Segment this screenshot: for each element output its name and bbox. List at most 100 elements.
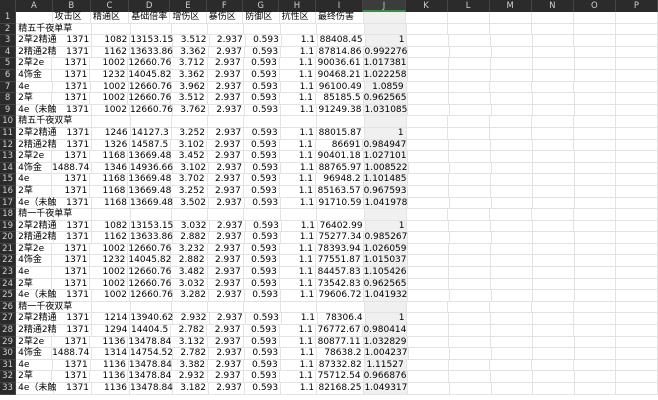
cell-g19[interactable]: 0.593	[245, 220, 282, 233]
cell-b29[interactable]: 1371	[52, 336, 91, 349]
cell-o25[interactable]	[574, 290, 617, 302]
cell-a11[interactable]: 2草2精通	[16, 127, 57, 140]
cell-o16[interactable]	[574, 185, 617, 198]
cell-k10[interactable]	[406, 116, 449, 128]
cell-f28[interactable]: 2.937	[207, 325, 244, 337]
cell-p13[interactable]	[616, 151, 658, 163]
cell-n24[interactable]	[532, 278, 575, 291]
column-header-m[interactable]: M	[490, 0, 532, 12]
row-header[interactable]: 21	[0, 243, 17, 256]
cell-j26[interactable]	[364, 301, 407, 314]
cell-l32[interactable]	[449, 371, 492, 383]
cell-h2[interactable]	[280, 23, 317, 36]
cell-b32[interactable]: 1371	[52, 371, 91, 383]
cell-h29[interactable]: 1.1	[279, 336, 317, 349]
cell-a29[interactable]: 2草2e	[16, 336, 53, 349]
column-header-i[interactable]: I	[316, 0, 364, 12]
cell-k12[interactable]	[407, 139, 450, 152]
cell-a6[interactable]: 4饰金	[16, 69, 53, 82]
column-header-f[interactable]: F	[207, 0, 243, 12]
cell-l9[interactable]	[450, 104, 492, 117]
cell-b22[interactable]: 1371	[52, 255, 91, 268]
cell-f3[interactable]: 2.937	[209, 35, 246, 47]
cell-e14[interactable]: 3.102	[173, 162, 210, 175]
cell-k29[interactable]	[407, 336, 450, 349]
cell-j17[interactable]: 1.041978	[364, 197, 409, 210]
cell-g25[interactable]: 0.593	[245, 290, 282, 302]
cell-f9[interactable]: 2.937	[208, 104, 246, 117]
column-header-n[interactable]: N	[532, 0, 574, 12]
cell-g32[interactable]: 0.593	[243, 371, 280, 383]
cell-d11[interactable]: 14127.3	[130, 127, 172, 140]
cell-d25[interactable]: 12660.76	[129, 290, 173, 302]
cell-k3[interactable]	[407, 35, 450, 47]
cell-p23[interactable]	[616, 267, 658, 279]
cell-p6[interactable]	[616, 69, 658, 82]
cell-n31[interactable]	[532, 359, 575, 372]
cell-j16[interactable]: 0.967593	[363, 185, 408, 198]
cell-m19[interactable]	[490, 220, 533, 233]
cell-j23[interactable]: 1.105426	[363, 267, 408, 279]
cell-c32[interactable]: 1136	[90, 371, 129, 383]
row-header[interactable]: 28	[0, 325, 17, 337]
cell-k21[interactable]	[407, 243, 450, 256]
cell-j29[interactable]: 1.032829	[363, 336, 408, 349]
cell-i32[interactable]: 75712.54	[316, 371, 364, 383]
cell-h25[interactable]: 1.1	[281, 290, 318, 302]
cell-k8[interactable]	[407, 93, 450, 105]
row-header[interactable]: 10	[0, 116, 17, 128]
cell-l30[interactable]	[450, 348, 492, 360]
cell-i28[interactable]: 76772.67	[315, 325, 364, 337]
cell-e8[interactable]: 3.512	[171, 93, 208, 105]
cell-b21[interactable]: 1371	[52, 243, 91, 256]
cell-m31[interactable]	[490, 359, 533, 372]
cell-i29[interactable]: 80877.11	[316, 336, 364, 349]
cell-c11[interactable]: 1246	[92, 127, 131, 140]
cell-k22[interactable]	[407, 255, 450, 268]
cell-c4[interactable]: 1162	[92, 46, 130, 59]
cell-m6[interactable]	[491, 69, 533, 82]
cell-e24[interactable]: 3.032	[171, 278, 208, 291]
cell-i5[interactable]: 90036.61	[316, 58, 364, 70]
cell-g3[interactable]: 0.593	[245, 35, 282, 47]
cell-e5[interactable]: 3.712	[171, 58, 208, 70]
cell-h1[interactable]: 抗性区	[279, 12, 316, 24]
row-header[interactable]: 4	[0, 46, 17, 59]
cell-k25[interactable]	[408, 290, 451, 302]
cell-a31[interactable]: 4e	[16, 359, 53, 372]
cell-o7[interactable]	[574, 81, 617, 94]
cell-f15[interactable]: 2.937	[207, 174, 244, 186]
cell-p30[interactable]	[616, 348, 658, 360]
cell-f4[interactable]: 2.937	[208, 46, 246, 59]
cell-a3[interactable]: 2草2精通	[16, 35, 57, 47]
cell-k27[interactable]	[407, 313, 450, 326]
cell-g13[interactable]: 0.593	[243, 151, 280, 163]
cell-l26[interactable]	[448, 301, 491, 314]
cell-l27[interactable]	[449, 313, 491, 326]
cell-m16[interactable]	[491, 185, 533, 198]
row-header[interactable]: 8	[0, 93, 17, 105]
cell-e13[interactable]: 3.452	[171, 151, 208, 163]
cell-k24[interactable]	[407, 278, 450, 291]
cell-f20[interactable]: 2.937	[208, 232, 246, 244]
cell-m28[interactable]	[490, 325, 533, 337]
cell-e32[interactable]: 2.932	[171, 371, 208, 383]
cell-n26[interactable]	[532, 301, 575, 314]
cell-i30[interactable]: 78638.2	[317, 348, 365, 360]
cell-i14[interactable]: 88765.97	[317, 162, 365, 175]
cell-h33[interactable]: 1.1	[281, 383, 318, 395]
cell-c14[interactable]: 1346	[92, 162, 131, 175]
cell-j14[interactable]: 1.008522	[364, 162, 409, 175]
cell-d24[interactable]: 12660.76	[128, 278, 172, 291]
cell-a24[interactable]: 2草	[16, 278, 53, 291]
cell-i10[interactable]	[316, 116, 365, 128]
cell-d32[interactable]: 13478.84	[128, 371, 172, 383]
cell-o1[interactable]	[573, 12, 616, 24]
cell-o29[interactable]	[574, 336, 617, 349]
cell-m11[interactable]	[490, 127, 533, 140]
cell-e12[interactable]: 3.102	[171, 139, 208, 152]
cell-o13[interactable]	[574, 151, 617, 163]
cell-j1[interactable]	[363, 12, 406, 24]
cell-h24[interactable]: 1.1	[279, 278, 317, 291]
cell-f8[interactable]: 2.937	[207, 93, 244, 105]
